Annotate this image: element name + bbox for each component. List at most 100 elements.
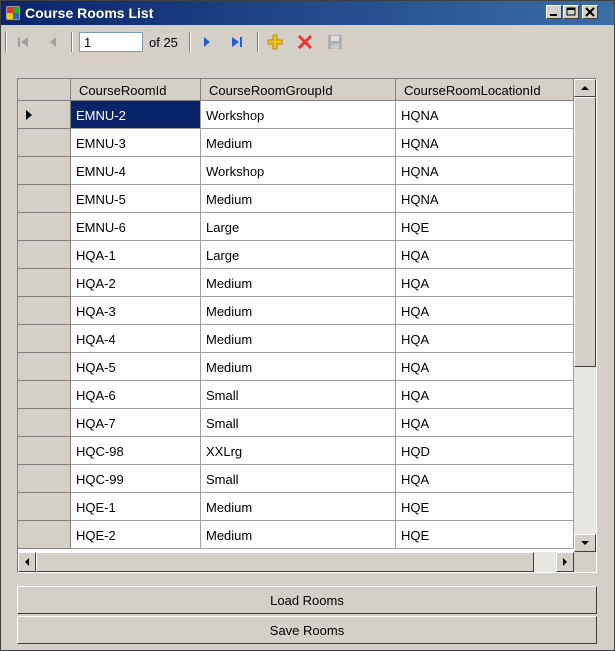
cell-course-room-location-id[interactable]: HQE [396, 213, 574, 241]
table-row[interactable]: HQC-99 Small HQA [18, 465, 574, 493]
horizontal-scroll-thumb[interactable] [36, 552, 534, 572]
cell-course-room-id[interactable]: EMNU-6 [71, 213, 201, 241]
table-row[interactable]: HQC-98 XXLrg HQD [18, 437, 574, 465]
column-header-course-room-group-id[interactable]: CourseRoomGroupId [201, 79, 396, 101]
save-items-button[interactable] [325, 31, 345, 53]
minimize-button[interactable] [546, 5, 562, 19]
cell-course-room-location-id[interactable]: HQNA [396, 129, 574, 157]
table-row[interactable]: HQA-7 Small HQA [18, 409, 574, 437]
cell-course-room-group-id[interactable]: Small [201, 465, 396, 493]
cell-course-room-location-id[interactable]: HQA [396, 241, 574, 269]
cell-course-room-id[interactable]: HQA-2 [71, 269, 201, 297]
table-row[interactable]: HQA-6 Small HQA [18, 381, 574, 409]
column-header-course-room-location-id[interactable]: CourseRoomLocationId [396, 79, 574, 101]
table-row[interactable]: EMNU-3 Medium HQNA [18, 129, 574, 157]
cell-course-room-group-id[interactable]: Workshop [201, 157, 396, 185]
cell-course-room-group-id[interactable]: Medium [201, 297, 396, 325]
cell-course-room-group-id[interactable]: XXLrg [201, 437, 396, 465]
cell-course-room-group-id[interactable]: Medium [201, 325, 396, 353]
cell-course-room-location-id[interactable]: HQA [396, 325, 574, 353]
table-row[interactable]: EMNU-2 Workshop HQNA [18, 101, 574, 129]
cell-course-room-group-id[interactable]: Medium [201, 493, 396, 521]
cell-course-room-id[interactable]: HQA-7 [71, 409, 201, 437]
cell-course-room-location-id[interactable]: HQA [396, 381, 574, 409]
column-header-course-room-id[interactable]: CourseRoomId [71, 79, 201, 101]
table-row[interactable]: HQA-2 Medium HQA [18, 269, 574, 297]
cell-course-room-group-id[interactable]: Large [201, 241, 396, 269]
close-button[interactable] [582, 5, 598, 19]
cell-course-room-location-id[interactable]: HQA [396, 465, 574, 493]
move-previous-button[interactable] [43, 31, 63, 53]
cell-course-room-id[interactable]: HQE-1 [71, 493, 201, 521]
table-row[interactable]: HQA-3 Medium HQA [18, 297, 574, 325]
scroll-down-button[interactable] [574, 534, 596, 552]
cell-course-room-group-id[interactable]: Medium [201, 269, 396, 297]
save-rooms-button[interactable]: Save Rooms [17, 616, 597, 644]
cell-course-room-location-id[interactable]: HQA [396, 297, 574, 325]
table-row[interactable]: HQA-5 Medium HQA [18, 353, 574, 381]
vertical-scroll-thumb[interactable] [574, 97, 596, 367]
table-row[interactable]: HQE-2 Medium HQE [18, 521, 574, 549]
load-rooms-button[interactable]: Load Rooms [17, 586, 597, 614]
add-new-button[interactable] [265, 31, 285, 53]
maximize-button[interactable] [563, 5, 579, 19]
row-header[interactable] [18, 101, 71, 129]
title-bar[interactable]: Course Rooms List [1, 1, 614, 25]
row-header[interactable] [18, 157, 71, 185]
row-header[interactable] [18, 381, 71, 409]
cell-course-room-group-id[interactable]: Medium [201, 353, 396, 381]
table-row[interactable]: EMNU-6 Large HQE [18, 213, 574, 241]
cell-course-room-location-id[interactable]: HQNA [396, 101, 574, 129]
cell-course-room-id[interactable]: HQC-99 [71, 465, 201, 493]
row-header[interactable] [18, 129, 71, 157]
row-header[interactable] [18, 521, 71, 549]
horizontal-scrollbar[interactable] [18, 552, 574, 572]
cell-course-room-id[interactable]: HQA-4 [71, 325, 201, 353]
delete-button[interactable] [295, 31, 315, 53]
row-header[interactable] [18, 353, 71, 381]
table-row[interactable]: EMNU-5 Medium HQNA [18, 185, 574, 213]
table-row[interactable]: HQA-1 Large HQA [18, 241, 574, 269]
cell-course-room-location-id[interactable]: HQE [396, 521, 574, 549]
position-input[interactable] [79, 32, 143, 52]
cell-course-room-id[interactable]: EMNU-4 [71, 157, 201, 185]
move-first-button[interactable] [13, 31, 33, 53]
scroll-left-button[interactable] [18, 552, 36, 572]
scroll-right-button[interactable] [556, 552, 574, 572]
cell-course-room-id[interactable]: HQE-2 [71, 521, 201, 549]
cell-course-room-id[interactable]: HQA-3 [71, 297, 201, 325]
cell-course-room-location-id[interactable]: HQNA [396, 185, 574, 213]
row-header[interactable] [18, 269, 71, 297]
cell-course-room-location-id[interactable]: HQE [396, 493, 574, 521]
cell-course-room-group-id[interactable]: Medium [201, 185, 396, 213]
row-header[interactable] [18, 241, 71, 269]
cell-course-room-group-id[interactable]: Medium [201, 129, 396, 157]
table-row[interactable]: HQE-1 Medium HQE [18, 493, 574, 521]
cell-course-room-location-id[interactable]: HQNA [396, 157, 574, 185]
cell-course-room-group-id[interactable]: Large [201, 213, 396, 241]
move-next-button[interactable] [197, 31, 217, 53]
cell-course-room-location-id[interactable]: HQA [396, 269, 574, 297]
table-row[interactable]: HQA-4 Medium HQA [18, 325, 574, 353]
course-rooms-grid[interactable]: CourseRoomId CourseRoomGroupId CourseRoo… [17, 78, 597, 573]
cell-course-room-location-id[interactable]: HQA [396, 353, 574, 381]
cell-course-room-id[interactable]: EMNU-5 [71, 185, 201, 213]
row-header[interactable] [18, 437, 71, 465]
table-row[interactable]: EMNU-4 Workshop HQNA [18, 157, 574, 185]
row-header[interactable] [18, 409, 71, 437]
cell-course-room-group-id[interactable]: Small [201, 381, 396, 409]
cell-course-room-location-id[interactable]: HQD [396, 437, 574, 465]
cell-course-room-location-id[interactable]: HQA [396, 409, 574, 437]
cell-course-room-id[interactable]: HQA-6 [71, 381, 201, 409]
row-header[interactable] [18, 297, 71, 325]
row-header[interactable] [18, 213, 71, 241]
row-header[interactable] [18, 325, 71, 353]
cell-course-room-id[interactable]: HQC-98 [71, 437, 201, 465]
cell-course-room-group-id[interactable]: Medium [201, 521, 396, 549]
cell-course-room-id[interactable]: HQA-5 [71, 353, 201, 381]
cell-course-room-group-id[interactable]: Workshop [201, 101, 396, 129]
row-header[interactable] [18, 465, 71, 493]
row-header[interactable] [18, 493, 71, 521]
cell-course-room-id[interactable]: HQA-1 [71, 241, 201, 269]
row-header[interactable] [18, 185, 71, 213]
